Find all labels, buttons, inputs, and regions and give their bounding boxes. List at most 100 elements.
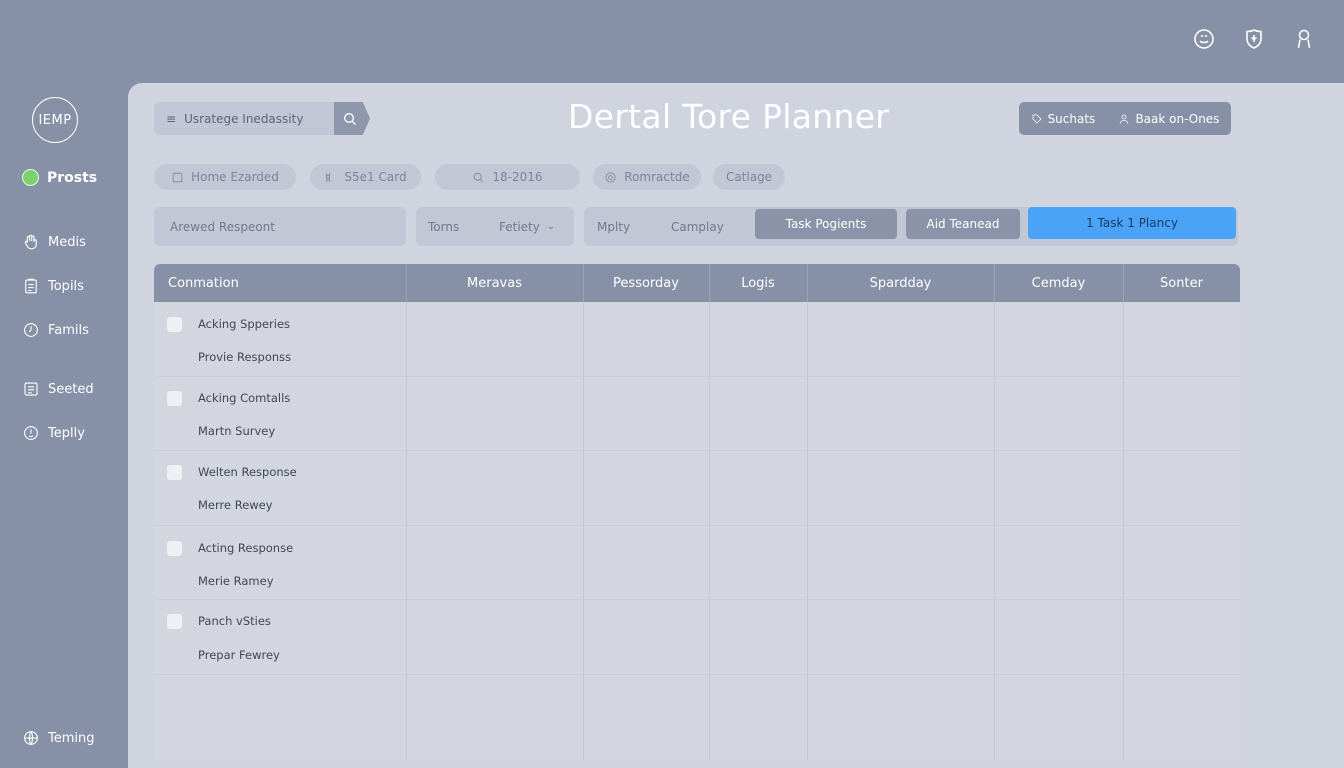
person-icon[interactable] — [1292, 26, 1316, 52]
shield-icon[interactable] — [1242, 26, 1266, 52]
globe-icon — [24, 731, 38, 745]
row-subtitle: Prepar Fewrey — [198, 648, 280, 662]
table-header: Conmation Meravas Pessorday Logis Spardd… — [154, 264, 1240, 302]
chip-label: S5e1 Card — [344, 170, 407, 184]
header-divider — [994, 264, 995, 302]
suchats-button[interactable]: Suchats — [1031, 111, 1096, 126]
column-header[interactable]: Sonter — [1123, 264, 1240, 302]
planner-table: Conmation Meravas Pessorday Logis Spardd… — [154, 264, 1240, 760]
chip-label: Catlage — [725, 170, 773, 184]
green-dot-icon — [22, 169, 39, 186]
filter-field[interactable]: Arewed Respeont — [154, 207, 406, 246]
chip-catlage[interactable]: Catlage — [713, 164, 785, 190]
reply-icon — [24, 426, 38, 440]
baak-on-ones-button[interactable]: Baak on-Ones — [1118, 112, 1219, 126]
main-panel: ≡ Usratege Inedassity Dertal Tore Planne… — [128, 83, 1344, 768]
row-title: Panch vSties — [198, 614, 271, 628]
header-actions: Suchats Baak on-Ones — [1019, 102, 1231, 135]
smile-icon[interactable] — [1192, 26, 1216, 52]
menu-icon[interactable]: ≡ — [166, 112, 176, 126]
row-checkbox[interactable] — [167, 541, 182, 556]
row-subtitle: Martn Survey — [198, 424, 276, 438]
app-logo[interactable]: IEMP — [32, 97, 78, 143]
checkbox-icon — [172, 172, 183, 182]
row-checkbox[interactable] — [167, 317, 182, 332]
sidebar-item-label: Famils — [48, 322, 89, 338]
sidebar-item-label: Seeted — [48, 381, 94, 397]
sidebar-item-topils[interactable]: Topils — [22, 277, 84, 295]
column-divider — [807, 302, 808, 760]
table-row[interactable]: Acking Spperies Provie Responss — [154, 302, 404, 376]
row-title: Acting Response — [198, 541, 294, 555]
header-divider — [709, 264, 710, 302]
task-plancy-button[interactable]: 1 Task 1 Plancy — [1028, 207, 1236, 239]
fetiety-dropdown[interactable]: Fetiety ⌄ — [499, 207, 555, 246]
column-header[interactable]: Conmation — [154, 264, 406, 302]
search-icon — [474, 172, 484, 182]
header-divider — [583, 264, 584, 302]
column-header[interactable]: Cemday — [994, 264, 1123, 302]
suchats-label: Suchats — [1047, 111, 1096, 126]
header-divider — [807, 264, 808, 302]
sidebar-item-label: Teming — [48, 730, 95, 746]
chip-label: 18-2016 — [492, 170, 543, 184]
search-button[interactable] — [334, 102, 370, 135]
clipboard-icon — [25, 278, 37, 294]
table-row[interactable]: Acking Comtalls Martn Survey — [154, 376, 404, 450]
tag-icon — [1032, 114, 1042, 124]
column-header[interactable]: Spardday — [807, 264, 994, 302]
column-divider — [709, 302, 710, 760]
gear-icon — [605, 171, 616, 183]
filter-field-label: Arewed Respeont — [170, 219, 275, 234]
fetiety-label: Fetiety — [499, 219, 540, 234]
sidebar-item-label: Topils — [48, 278, 84, 294]
row-title: Welten Response — [198, 465, 297, 479]
row-title: Acking Comtalls — [198, 391, 291, 405]
camplay-option[interactable]: Camplay — [671, 207, 724, 246]
search-input[interactable]: ≡ Usratege Inedassity — [154, 102, 334, 135]
chip-label: Romractde — [624, 170, 690, 184]
row-checkbox[interactable] — [167, 614, 182, 629]
sidebar-item-prosts[interactable]: Prosts — [22, 169, 97, 186]
table-row[interactable]: Acting Response Merie Ramey — [154, 525, 404, 599]
row-title: Acking Spperies — [198, 317, 291, 331]
chip-romractde[interactable]: Romractde — [593, 164, 701, 190]
grid-icon — [326, 172, 331, 182]
search-value: Usratege Inedassity — [184, 111, 304, 126]
torns-option[interactable]: Torns — [428, 207, 459, 246]
sidebar-item-teplly[interactable]: Teplly — [22, 424, 85, 442]
sidebar-item-teming[interactable]: Teming — [22, 729, 95, 747]
aid-teanead-button[interactable]: Aid Teanead — [906, 209, 1020, 239]
table-row[interactable]: Welten Response Merre Rewey — [154, 450, 404, 525]
column-header[interactable]: Meravas — [406, 264, 583, 302]
hand-icon — [24, 234, 37, 250]
chevron-down-icon: ⌄ — [546, 221, 556, 232]
sidebar-item-seeted[interactable]: Seeted — [22, 380, 94, 398]
sidebar-item-famils[interactable]: Famils — [22, 321, 89, 339]
row-checkbox[interactable] — [167, 465, 182, 480]
sidebar: IEMP Prosts Medis Topils Famils Seeted T… — [0, 0, 128, 768]
clock-icon — [24, 323, 38, 337]
filter-group-1: Torns Fetiety ⌄ — [416, 207, 574, 246]
search-icon — [344, 112, 357, 125]
header-divider — [406, 264, 407, 302]
chip-date[interactable]: 18-2016 — [435, 164, 580, 190]
chip-home-ezarded[interactable]: Home Ezarded — [154, 164, 296, 190]
row-subtitle: Merre Rewey — [198, 498, 273, 512]
row-checkbox[interactable] — [167, 391, 182, 406]
column-header[interactable]: Logis — [709, 264, 807, 302]
table-row[interactable]: Panch vSties Prepar Fewrey — [154, 599, 404, 674]
page-title: Dertal Tore Planner — [568, 97, 890, 136]
column-divider — [1123, 302, 1124, 760]
column-header[interactable]: Pessorday — [583, 264, 709, 302]
column-divider — [583, 302, 584, 760]
row-divider — [154, 674, 1240, 675]
column-divider — [994, 302, 995, 760]
task-pogients-button[interactable]: Task Pogients — [755, 209, 897, 239]
header-divider — [1123, 264, 1124, 302]
mplty-option[interactable]: Mplty — [597, 207, 630, 246]
top-toolbar — [1192, 26, 1316, 52]
sidebar-item-medis[interactable]: Medis — [22, 233, 86, 251]
column-divider — [406, 302, 407, 760]
chip-card[interactable]: S5e1 Card — [310, 164, 421, 190]
